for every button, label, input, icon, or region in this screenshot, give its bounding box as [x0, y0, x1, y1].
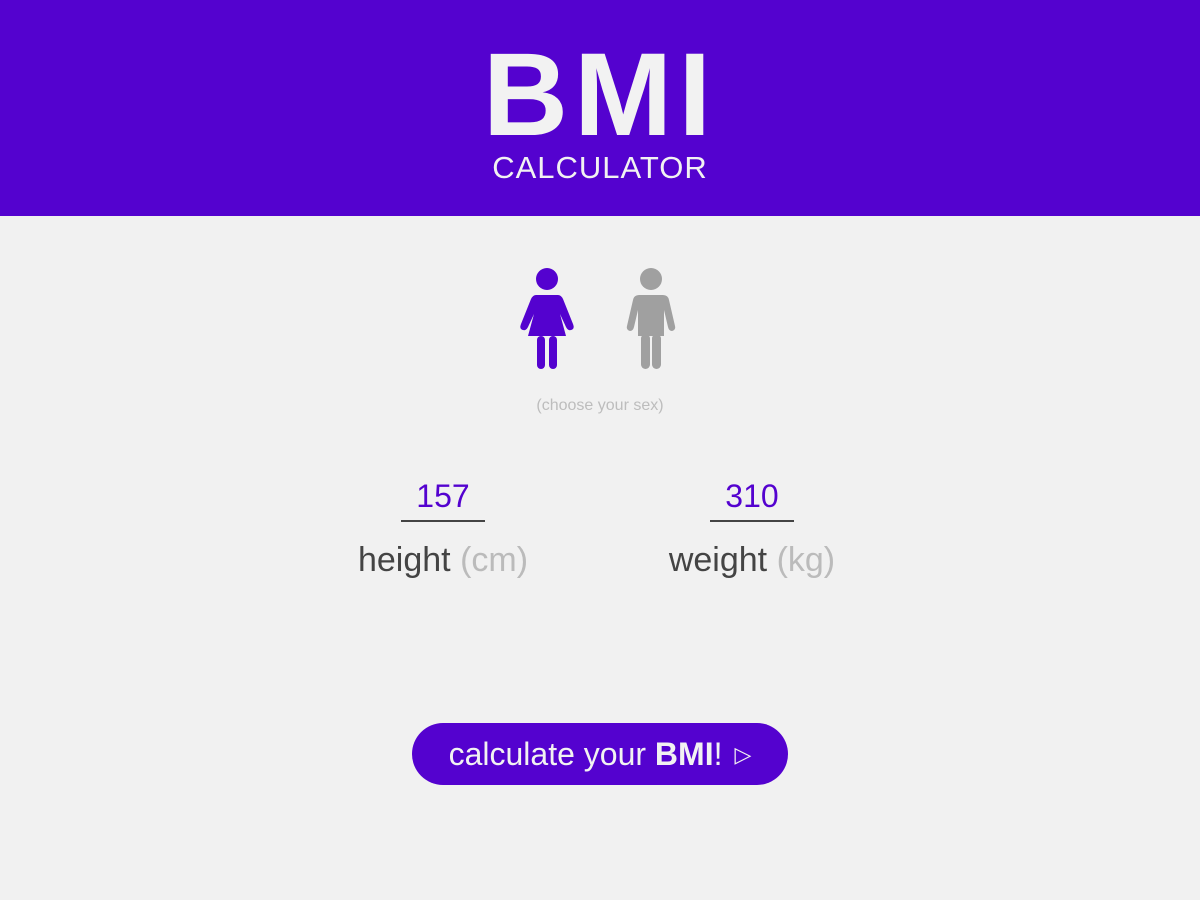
height-unit: (cm) [460, 541, 529, 579]
height-label: height (cm) [313, 540, 573, 580]
weight-input[interactable] [710, 472, 794, 522]
button-prefix: calculate your [448, 736, 647, 772]
button-suffix: ! [713, 736, 723, 772]
header-banner: BMI CALCULATOR [0, 0, 1200, 216]
weight-label: weight (kg) [622, 540, 882, 580]
weight-field: weight (kg) [622, 472, 882, 580]
weight-label-text: weight [668, 541, 768, 579]
male-option[interactable] [621, 264, 681, 372]
height-label-text: height [357, 541, 451, 579]
logo-subtitle: CALCULATOR [492, 150, 708, 185]
weight-unit: (kg) [776, 541, 836, 579]
calculate-bmi-button[interactable]: calculate your BMI! ▷ [412, 723, 788, 785]
female-option[interactable] [517, 264, 577, 372]
female-icon [520, 268, 574, 369]
sex-hint: (choose your sex) [536, 397, 664, 414]
height-field: height (cm) [313, 472, 573, 580]
height-input[interactable] [401, 472, 485, 522]
logo-title: BMI [482, 29, 718, 161]
button-strong: BMI [654, 736, 714, 772]
play-arrow-icon: ▷ [734, 742, 752, 767]
male-icon [626, 268, 676, 369]
